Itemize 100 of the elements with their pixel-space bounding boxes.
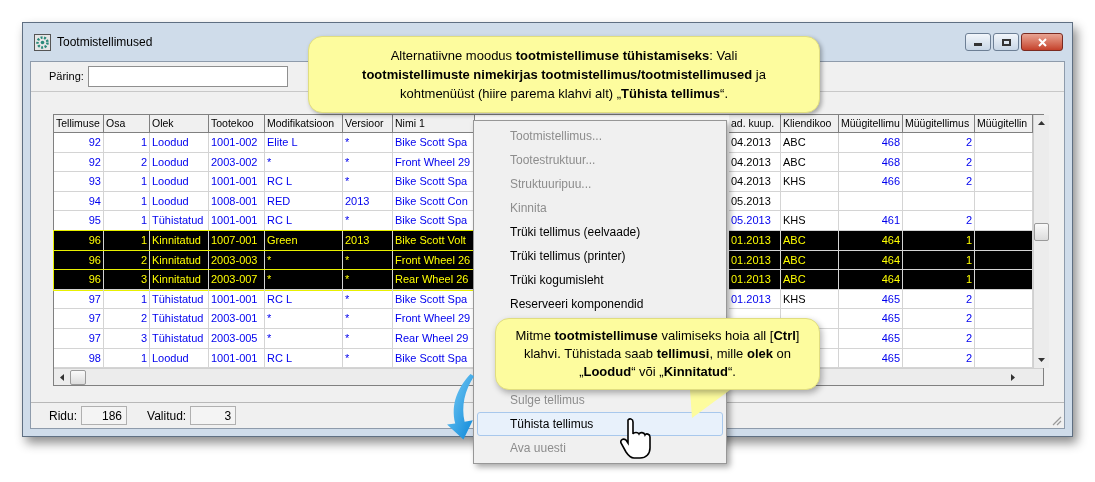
column-header[interactable]: Nimi 1 — [393, 115, 475, 133]
hand-cursor-icon — [620, 418, 654, 460]
table-cell: * — [343, 270, 393, 290]
column-header[interactable]: Kliendikoo — [781, 115, 839, 133]
table-cell — [839, 191, 903, 212]
close-icon — [1037, 37, 1047, 47]
scroll-thumb[interactable] — [70, 369, 86, 385]
table-cell: Loodud — [150, 191, 209, 212]
table-cell: 461 — [839, 211, 903, 231]
table-row[interactable]: 96 2 Kinnitatud 2003-003 * * Front Wheel 26 — [54, 250, 475, 271]
table-cell: * — [265, 270, 343, 290]
minimize-button[interactable] — [965, 33, 991, 51]
table-cell: 92 — [54, 133, 104, 153]
table-cell: 04.2013 — [729, 172, 781, 192]
table-cell: 97 — [54, 328, 104, 349]
table-cell: 1 — [903, 270, 975, 290]
table-cell: * — [343, 172, 393, 192]
table-cell: ABC — [781, 270, 839, 290]
menu-item[interactable]: Trüki tellimus (printer) — [477, 244, 723, 268]
table-cell: 465 — [839, 328, 903, 349]
menu-item[interactable]: Tühista tellimus — [477, 412, 723, 436]
close-button[interactable] — [1021, 33, 1063, 51]
table-cell: 2003-007 — [209, 270, 265, 290]
column-header[interactable]: Modifikatsioon — [265, 115, 343, 133]
table-cell: 04.2013 — [729, 152, 781, 173]
selected-label: Valitud: — [147, 407, 187, 425]
table-cell: 1 — [104, 289, 150, 310]
table-cell: 2003-002 — [209, 152, 265, 173]
table-cell: 2 — [903, 328, 975, 349]
table-cell: * — [265, 328, 343, 349]
table-cell: 2003-005 — [209, 328, 265, 349]
resize-grip-icon[interactable] — [1052, 416, 1062, 426]
table-cell: 1001-001 — [209, 172, 265, 192]
table-cell: 1 — [104, 191, 150, 212]
table-cell: 464 — [839, 270, 903, 290]
scroll-right-icon[interactable] — [1009, 372, 1017, 382]
table-cell: RC L — [265, 172, 343, 192]
scroll-left-icon[interactable] — [58, 372, 66, 382]
table-cell: * — [343, 328, 393, 349]
table-cell: Tühistatud — [150, 309, 209, 329]
table-cell: Kinnitatud — [150, 270, 209, 290]
table-cell: 05.2013 — [729, 211, 781, 231]
column-header[interactable]: ad. kuup. — [729, 115, 781, 133]
query-field[interactable] — [87, 66, 288, 87]
table-cell: 01.2013 — [729, 289, 781, 310]
table-cell: Tühistatud — [150, 328, 209, 349]
table-cell: Tühistatud — [150, 289, 209, 310]
column-header[interactable]: Versioor — [343, 115, 393, 133]
table-cell: RED — [265, 191, 343, 212]
table-cell: Loodud — [150, 152, 209, 173]
table-cell: 2003-001 — [209, 309, 265, 329]
table-cell: * — [343, 309, 393, 329]
gear-cluster-icon — [34, 33, 51, 51]
column-header[interactable]: Osa — [104, 115, 150, 133]
table-cell: 97 — [54, 289, 104, 310]
query-label: Päring: — [49, 69, 84, 85]
table-cell: 3 — [104, 328, 150, 349]
table-cell: 01.2013 — [729, 230, 781, 251]
menu-item[interactable]: Reserveeri komponendid — [477, 292, 723, 316]
menu-item[interactable]: Trüki kogumisleht — [477, 268, 723, 292]
column-header[interactable]: Olek — [150, 115, 209, 133]
table-cell: Elite L — [265, 133, 343, 153]
table-cell: * — [343, 133, 393, 153]
table-cell: * — [265, 152, 343, 173]
table-cell: 1001-001 — [209, 289, 265, 310]
table-cell: 93 — [54, 172, 104, 192]
table-cell: ABC — [781, 230, 839, 251]
table-cell: 468 — [839, 133, 903, 153]
menu-item[interactable]: Trüki tellimus (eelvaade) — [477, 220, 723, 244]
vertical-scrollbar[interactable] — [1033, 115, 1049, 369]
column-header[interactable]: Müügitellimus — [903, 115, 975, 133]
table-cell: 04.2013 — [729, 133, 781, 153]
table-cell: 464 — [839, 230, 903, 251]
table-cell: 92 — [54, 152, 104, 173]
column-header[interactable]: Tootekoo — [209, 115, 265, 133]
table-cell: 1 — [903, 230, 975, 251]
maximize-button[interactable] — [993, 33, 1019, 51]
table-cell: 96 — [54, 270, 104, 290]
table-cell: 2 — [903, 289, 975, 310]
table-cell: 97 — [54, 309, 104, 329]
rows-label: Ridu: — [49, 407, 77, 425]
table-cell: 465 — [839, 289, 903, 310]
table-cell: KHS — [781, 289, 839, 310]
column-header[interactable]: Müügitellin — [975, 115, 1033, 133]
rows-count-field: 186 — [81, 406, 127, 425]
table-row[interactable]: 96 3 Kinnitatud 2003-007 * * Rear Wheel 26 — [54, 270, 475, 290]
table-cell — [903, 191, 975, 212]
table-cell: 3 — [104, 270, 150, 290]
table-cell: 2 — [903, 172, 975, 192]
table-cell: 2 — [104, 309, 150, 329]
table-cell: 1 — [104, 133, 150, 153]
table-cell: 1001-002 — [209, 133, 265, 153]
table-cell: 2 — [903, 133, 975, 153]
column-header[interactable]: Müügitellimu — [839, 115, 903, 133]
table-row[interactable]: 96 1 Kinnitatud 1007-001 Green 2013 Bike Scott Volt — [54, 230, 475, 251]
table-cell: 466 — [839, 172, 903, 192]
column-header[interactable]: Tellimuse — [54, 115, 104, 133]
table-cell: Loodud — [150, 172, 209, 192]
scroll-thumb[interactable] — [1034, 223, 1049, 241]
table-cell: 468 — [839, 152, 903, 173]
